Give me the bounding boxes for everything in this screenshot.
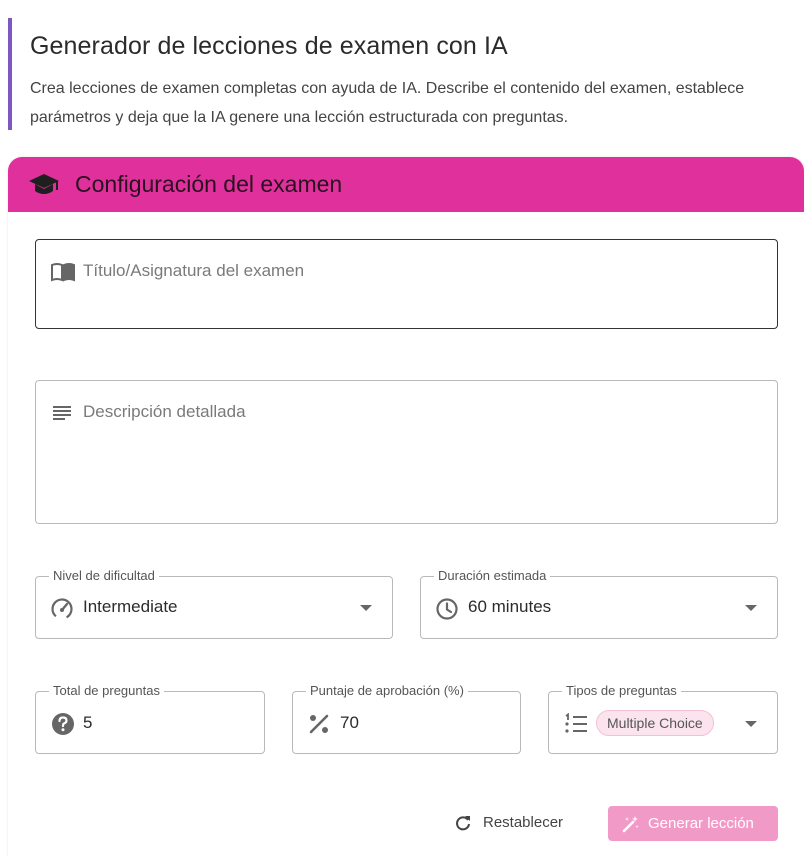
duration-select[interactable]: Duración estimada 60 minutes bbox=[420, 568, 778, 639]
reset-button[interactable]: Restablecer bbox=[446, 806, 578, 840]
exam-title-placeholder: Título/Asignatura del examen bbox=[83, 261, 305, 280]
refresh-icon bbox=[456, 816, 470, 831]
exam-description-placeholder: Descripción detallada bbox=[83, 402, 246, 421]
question-types-select[interactable]: Tipos de preguntas Multiple Choice bbox=[548, 683, 778, 754]
question-type-chip[interactable]: Multiple Choice bbox=[596, 710, 714, 736]
intro-section: Generador de lecciones de examen con IA … bbox=[8, 18, 788, 130]
generate-button-label: Generar lección bbox=[648, 815, 754, 832]
exam-title-input[interactable]: Título/Asignatura del examen bbox=[35, 239, 778, 329]
passing-score-value: 70 bbox=[340, 713, 359, 732]
chevron-down-icon bbox=[360, 605, 372, 611]
speedometer-icon bbox=[51, 598, 73, 620]
graduation-cap-icon bbox=[29, 174, 59, 194]
question-types-label: Tipos de preguntas bbox=[562, 683, 681, 699]
reset-button-label: Restablecer bbox=[483, 814, 564, 831]
total-questions-input[interactable]: Total de preguntas 5 bbox=[35, 683, 265, 754]
magic-wand-icon bbox=[622, 816, 639, 833]
duration-label: Duración estimada bbox=[434, 568, 551, 584]
chevron-down-icon bbox=[745, 605, 757, 611]
total-questions-label: Total de preguntas bbox=[49, 683, 164, 699]
difficulty-value: Intermediate bbox=[83, 597, 178, 616]
difficulty-label: Nivel de dificultad bbox=[49, 568, 159, 584]
chevron-down-icon bbox=[745, 721, 757, 727]
question-mark-icon bbox=[52, 713, 74, 735]
card-title: Configuración del examen bbox=[75, 171, 343, 197]
percent-icon bbox=[309, 714, 329, 734]
page-description: Crea lecciones de examen completas con a… bbox=[30, 80, 745, 126]
difficulty-select[interactable]: Nivel de dificultad Intermediate bbox=[35, 568, 393, 639]
notes-icon bbox=[53, 406, 71, 420]
exam-description-textarea[interactable]: Descripción detallada bbox=[35, 380, 778, 524]
passing-score-input[interactable]: Puntaje de aprobación (%) 70 bbox=[292, 683, 521, 754]
card-header: Configuración del examen bbox=[8, 157, 804, 212]
page-title: Generador de lecciones de examen con IA bbox=[30, 32, 508, 60]
clock-icon bbox=[436, 598, 458, 620]
book-icon bbox=[51, 263, 75, 282]
duration-value: 60 minutes bbox=[468, 597, 552, 616]
passing-score-label: Puntaje de aprobación (%) bbox=[306, 683, 468, 699]
generate-lesson-button[interactable]: Generar lección bbox=[608, 806, 778, 841]
total-questions-value: 5 bbox=[83, 713, 93, 732]
list-icon bbox=[565, 713, 587, 733]
